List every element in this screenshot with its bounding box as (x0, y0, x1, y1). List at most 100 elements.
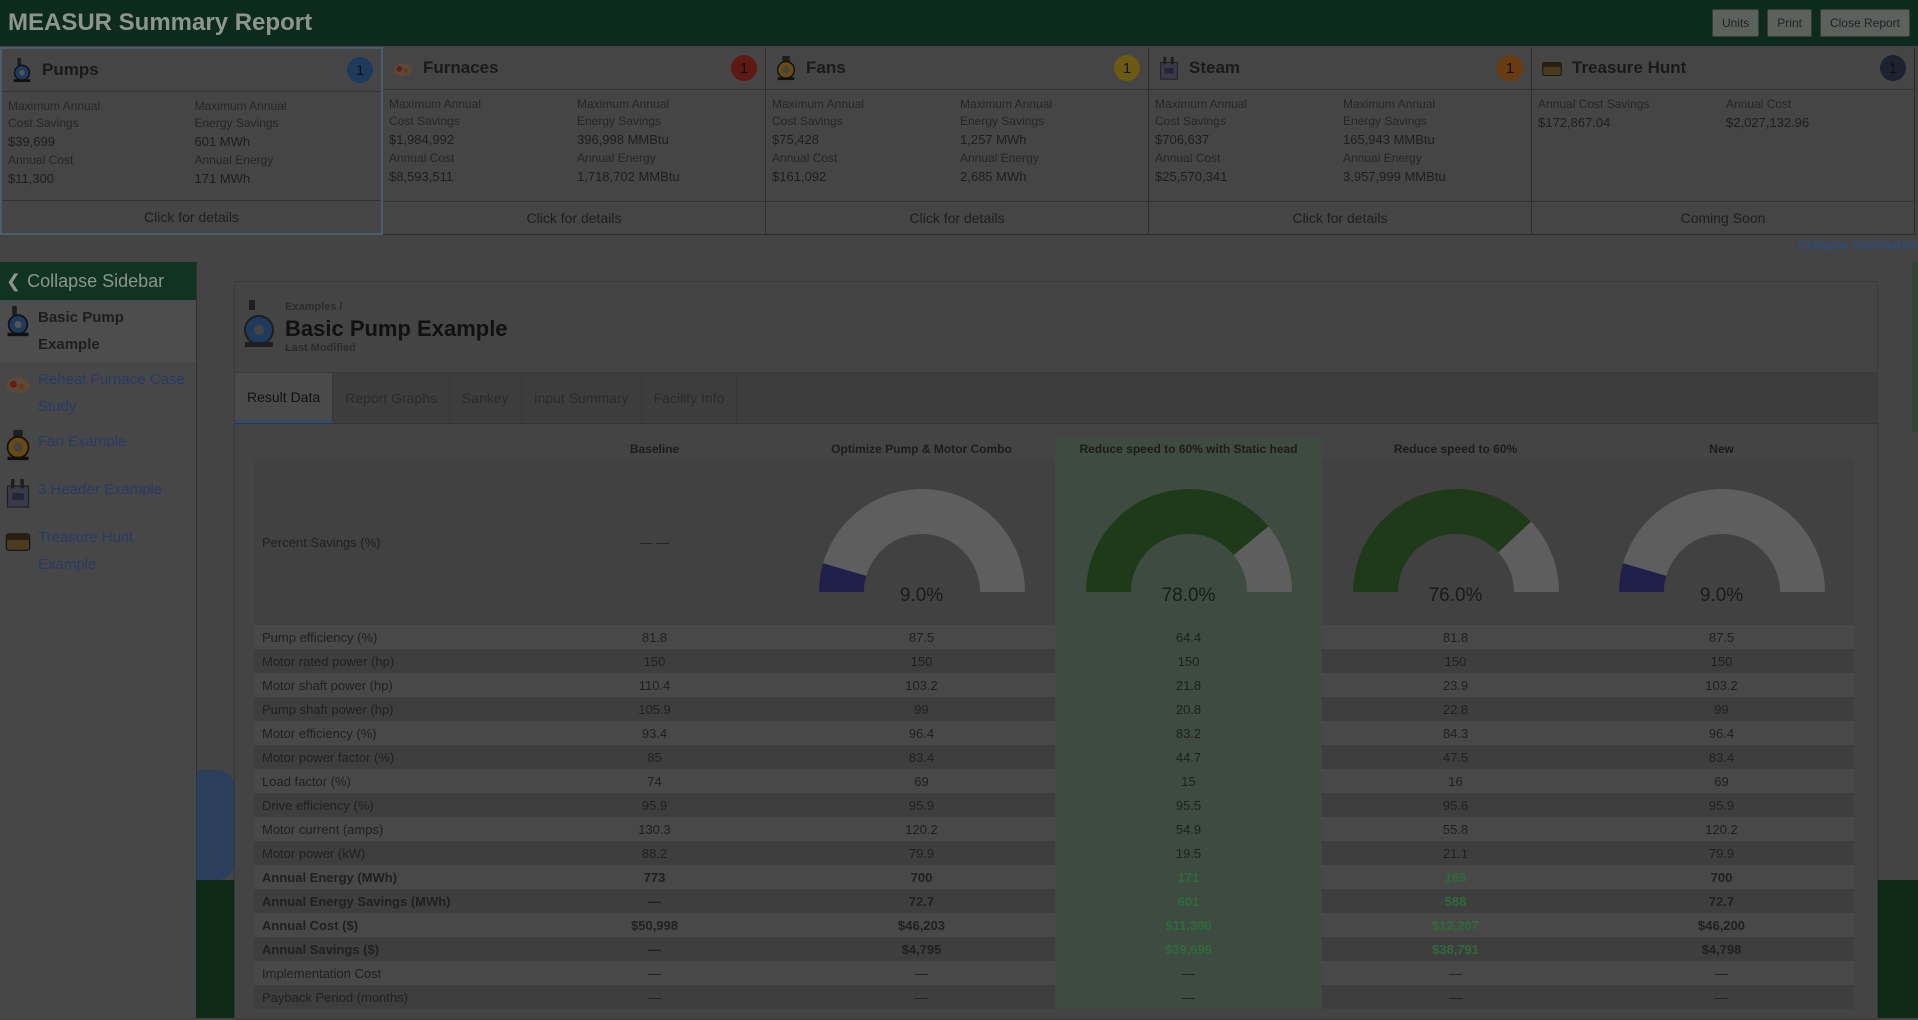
summary-metrics: Annual Cost Savings $172,867.04 Annual Cos… (1532, 90, 1914, 196)
metric-value: 2,685 MWh (960, 169, 1027, 184)
metric-label: Maximum Annual (389, 97, 482, 111)
table-cell: 150 (1589, 649, 1854, 673)
metric-label: Maximum Annual (1155, 97, 1248, 111)
table-row: Annual Energy (MWh) 773 700 171 185 700 (254, 865, 1854, 889)
metric-label: Cost Savings (8, 116, 79, 130)
table-cell: 69 (788, 769, 1055, 793)
summary-card-header: Fans (766, 47, 1148, 90)
metric-column: Maximum Annual Cost Savings $1,984,992 Annu… (389, 96, 571, 196)
summary-card-treasure-hunt[interactable]: Treasure Hunt 1 Annual Cost Savings $172,86… (1532, 47, 1915, 235)
tab-facility-info[interactable]: Facility Info (642, 373, 738, 423)
metric-column: Maximum Annual Cost Savings $75,428 Annual … (772, 96, 954, 196)
table-cell: 19.5 (1055, 841, 1322, 865)
sidebar-item-label: Basic Pump Example (38, 304, 124, 358)
table-cell: $46,200 (1589, 913, 1854, 937)
summary-card-steam[interactable]: Steam 1 Maximum Annual Cost Savings $706,637… (1149, 47, 1532, 235)
table-cell: $11,300 (1055, 913, 1322, 937)
metric-column: Maximum Annual Cost Savings $39,699 Annual … (8, 98, 189, 198)
metric-value: $1,984,992 (389, 132, 455, 147)
card-details-link[interactable]: Click for details (766, 201, 1148, 234)
tab-result-data[interactable]: Result Data (235, 373, 334, 423)
row-label: Payback Period (months) (254, 985, 521, 1009)
gauge-value: 9.0% (899, 585, 944, 606)
table-cell: 16 (1322, 769, 1589, 793)
table-row: Motor shaft power (hp) 110.4 103.2 21.8 23.9… (254, 673, 1854, 697)
count-badge: 1 (731, 55, 757, 81)
sidebar-item-fan-example[interactable]: Fan Example (0, 424, 196, 472)
gauge-arc (818, 489, 1025, 592)
metric-value: $172,867.04 (1538, 115, 1611, 130)
gauge-value: 9.0% (1699, 585, 1744, 606)
tab-input-summary[interactable]: Input Summary (522, 373, 642, 423)
summary-card-furnaces[interactable]: Furnaces 1 Maximum Annual Cost Savings $1,98… (383, 47, 766, 235)
sidebar-item-treasure-hunt[interactable]: Treasure Hunt Example (0, 520, 196, 582)
table-cell: 79.9 (788, 841, 1055, 865)
table-row: Pump efficiency (%) 81.8 87.5 64.4 81.8 87.5 (254, 625, 1854, 649)
table-row: Implementation Cost — — — — — (254, 961, 1854, 985)
chevron-left-icon: ❮ (6, 270, 22, 291)
table-cell: 23.9 (1322, 673, 1589, 697)
gauge-cell: 78.0% (1055, 459, 1322, 625)
sidebar-item-basic-pump[interactable]: Basic Pump Example (0, 300, 196, 362)
table-cell: $46,203 (788, 913, 1055, 937)
savings-gauge: 76.0% (1352, 487, 1559, 606)
table-cell: — (1589, 961, 1854, 985)
tab-report-graphs[interactable]: Report Graphs (333, 373, 450, 423)
sidebar-item-reheat-furnace-case[interactable]: Reheat Furnace Case Study (0, 362, 196, 424)
metric-label: Cost Savings (1155, 114, 1226, 128)
metric-label: Energy Savings (577, 114, 662, 128)
table-cell: $50,998 (521, 913, 788, 937)
row-label: Motor efficiency (%) (254, 721, 521, 745)
close-report-button[interactable]: Close Report (1819, 9, 1910, 37)
sidebar-item-line: Fan Example (38, 433, 127, 450)
card-details-link[interactable]: Click for details (383, 201, 765, 234)
fan-icon (6, 429, 30, 461)
savings-gauge: 9.0% (1618, 487, 1825, 606)
savings-gauge: 9.0% (818, 487, 1025, 606)
table-row: Payback Period (months) — — — — — (254, 985, 1854, 1009)
row-label: Motor shaft power (hp) (254, 673, 521, 697)
tab-sankey[interactable]: Sankey (450, 373, 522, 423)
table-cell: 81.8 (521, 625, 788, 649)
gauge-fill (1085, 489, 1268, 592)
table-row: Motor power (kW) 88.2 79.9 19.5 21.1 79.9 (254, 841, 1854, 865)
units-button[interactable]: Units (1711, 9, 1760, 37)
metric-label: Maximum Annual (577, 97, 670, 111)
collapse-summaries-link[interactable]: - Collapse Summaries (1790, 237, 1918, 252)
card-details-link[interactable]: Click for details (2, 200, 381, 233)
gauge-cell: 76.0% (1322, 459, 1589, 625)
summary-card-fans[interactable]: Fans 1 Maximum Annual Cost Savings $75,428 An… (766, 47, 1149, 235)
metric-label: Energy Savings (960, 114, 1045, 128)
summary-card-title: Pumps (42, 60, 99, 79)
metric-label: Energy Savings (194, 116, 279, 130)
breadcrumb[interactable]: Examples / (285, 301, 342, 313)
page-title: Basic Pump Example (285, 316, 508, 341)
percent-savings-row: Percent Savings (%) — — 9.0% 78.0% 76.0% 9.0% (254, 459, 1854, 625)
table-cell: — (1589, 985, 1854, 1009)
row-label: Implementation Cost (254, 961, 521, 985)
print-button[interactable]: Print (1767, 9, 1812, 37)
table-cell: — (788, 961, 1055, 985)
collapse-sidebar-button[interactable]: ❮ Collapse Sidebar (0, 262, 196, 300)
metric-label: Annual Cost (389, 151, 455, 165)
metric-label: Annual Cost Savings (1538, 97, 1650, 111)
treasure-chest-icon (5, 533, 31, 551)
table-cell: 72.7 (788, 889, 1055, 913)
table-cell: 150 (521, 649, 788, 673)
metric-value: $161,092 (772, 169, 827, 184)
summary-card-title: Treasure Hunt (1572, 58, 1687, 77)
row-label: Annual Energy (MWh) (254, 865, 521, 889)
card-details-link[interactable]: Coming Soon (1532, 201, 1914, 234)
summary-card-header: Furnaces (383, 47, 765, 90)
metric-label: Annual Energy (1343, 151, 1422, 165)
metric-label: Energy Savings (1343, 114, 1428, 128)
table-cell: 21.1 (1322, 841, 1589, 865)
table-cell: 93.4 (521, 721, 788, 745)
summary-metrics: Maximum Annual Cost Savings $75,428 Annual … (766, 90, 1148, 196)
card-details-link[interactable]: Click for details (1149, 201, 1531, 234)
table-cell: 130.3 (521, 817, 788, 841)
sidebar-item-3-header-example[interactable]: 3 Header Example (0, 472, 196, 520)
summary-card-pumps[interactable]: Pumps 1 Maximum Annual Cost Savings $39,699 A… (0, 47, 383, 235)
page-scrollbar[interactable] (1912, 262, 1918, 432)
metric-column: Maximum Annual Cost Savings $706,637 Annual… (1155, 96, 1337, 196)
